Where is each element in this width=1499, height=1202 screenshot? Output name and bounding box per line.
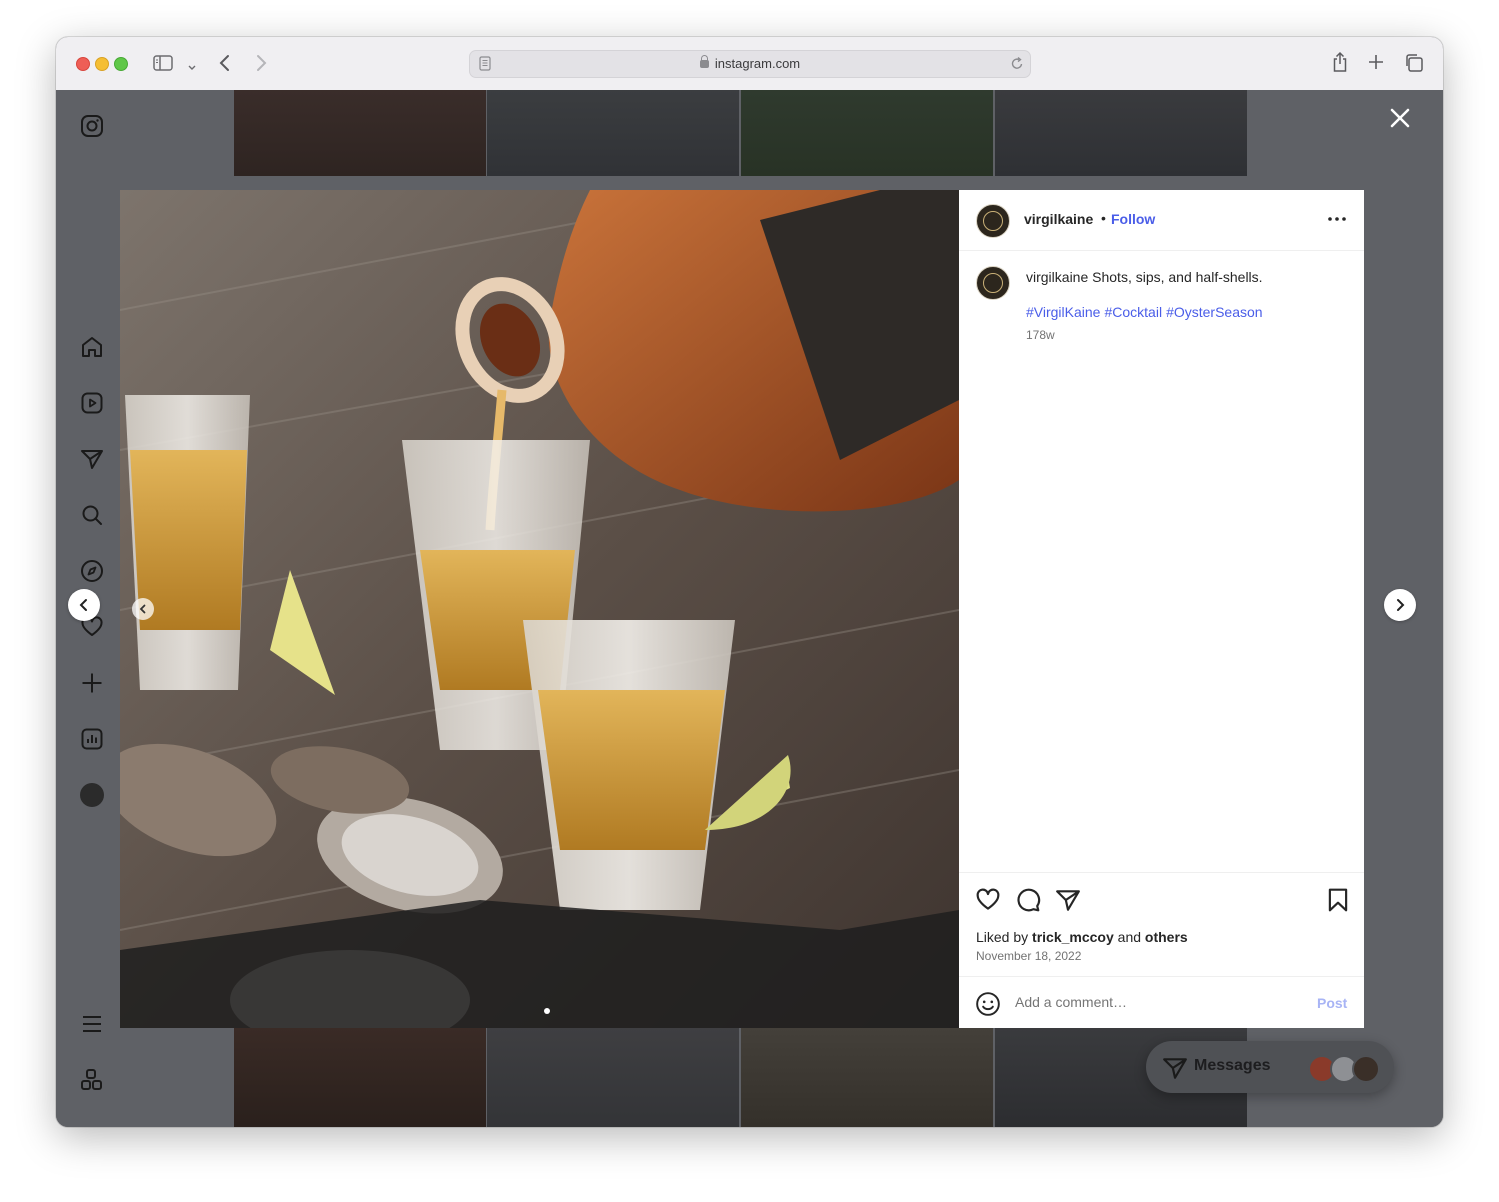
username-link[interactable]: virgilkaine (1024, 211, 1093, 227)
browser-toolbar: instagram.com (56, 37, 1443, 91)
comment-bar: Post (959, 976, 1364, 1029)
minimize-window-button[interactable] (95, 57, 109, 71)
messages-label: Messages (1194, 1057, 1271, 1074)
tab-overview-icon[interactable] (1404, 53, 1424, 78)
grid-tile[interactable] (741, 90, 993, 176)
more-apps-icon[interactable] (78, 1066, 106, 1094)
like-icon[interactable] (975, 887, 1001, 913)
instagram-icon[interactable] (78, 112, 106, 140)
share-icon[interactable] (1331, 51, 1349, 78)
liked-others-link[interactable]: others (1145, 929, 1188, 945)
chevron-down-icon[interactable] (187, 59, 197, 77)
post-image (120, 190, 959, 1028)
more-options-icon[interactable] (1326, 208, 1348, 230)
share-post-icon[interactable] (1055, 887, 1081, 913)
grid-tile[interactable] (995, 90, 1247, 176)
menu-icon[interactable] (78, 1010, 106, 1038)
likes-summary: Liked by trick_mccoy and others (976, 929, 1188, 945)
emoji-icon[interactable] (975, 991, 1001, 1017)
avatar (1352, 1055, 1380, 1083)
post-modal: virgilkaine • Follow virgilkaine Shots, … (120, 190, 1364, 1028)
post-details-panel: virgilkaine • Follow virgilkaine Shots, … (959, 190, 1364, 1028)
hashtags: #VirgilKaine #Cocktail #OysterSeason (1026, 304, 1267, 320)
messages-button[interactable]: Messages (1146, 1041, 1394, 1093)
direct-icon (1162, 1055, 1188, 1081)
url-display: instagram.com (470, 55, 1030, 71)
grid-tile[interactable] (234, 1027, 486, 1127)
lock-icon (699, 55, 709, 68)
comment-icon[interactable] (1015, 887, 1041, 913)
next-post-button[interactable] (1384, 589, 1416, 621)
sidebar-toggle-icon[interactable] (153, 54, 173, 77)
hashtag-link[interactable]: #OysterSeason (1166, 304, 1263, 320)
forward-icon[interactable] (254, 53, 268, 78)
instagram-page: virgilkaine • Follow virgilkaine Shots, … (56, 90, 1443, 1127)
grid-tile[interactable] (487, 90, 739, 176)
avatar[interactable] (976, 204, 1010, 238)
comment-input[interactable] (1015, 994, 1295, 1010)
carousel-previous-button[interactable] (132, 598, 154, 620)
separator: • (1101, 210, 1106, 226)
search-icon[interactable] (78, 501, 106, 529)
post-date[interactable]: November 18, 2022 (976, 949, 1081, 963)
explore-icon[interactable] (78, 557, 106, 585)
chevron-left-icon (79, 599, 87, 611)
grid-tile[interactable] (741, 1027, 993, 1127)
browser-window: instagram.com virgilkaine • Follow virgi… (56, 37, 1443, 1127)
post-comment-button[interactable]: Post (1317, 995, 1347, 1011)
post-age[interactable]: 178w (1026, 328, 1055, 342)
carousel-dot (544, 1008, 550, 1014)
avatar (80, 783, 104, 807)
liked-user-link[interactable]: trick_mccoy (1032, 929, 1114, 945)
liked-and: and (1117, 929, 1142, 945)
previous-post-button[interactable] (68, 589, 100, 621)
create-icon[interactable] (78, 669, 106, 697)
post-photo[interactable] (120, 190, 959, 1028)
url-text: instagram.com (714, 56, 801, 71)
caption-username[interactable]: virgilkaine (1026, 269, 1088, 285)
follow-button[interactable]: Follow (1111, 211, 1155, 227)
caption-avatar[interactable] (976, 266, 1010, 300)
caption-text: Shots, sips, and half-shells. (1092, 269, 1263, 285)
back-icon[interactable] (218, 53, 232, 78)
close-icon[interactable] (1386, 104, 1414, 132)
new-tab-icon[interactable] (1368, 54, 1384, 75)
post-header: virgilkaine • Follow (959, 190, 1364, 251)
save-icon[interactable] (1325, 887, 1351, 913)
caption: virgilkaine Shots, sips, and half-shells… (1026, 268, 1346, 286)
grid-tile[interactable] (487, 1027, 739, 1127)
reels-icon[interactable] (78, 389, 106, 417)
liked-prefix: Liked by (976, 929, 1029, 945)
close-window-button[interactable] (76, 57, 90, 71)
zoom-window-button[interactable] (114, 57, 128, 71)
chevron-right-icon (1397, 599, 1405, 611)
address-bar[interactable]: instagram.com (469, 50, 1031, 78)
insights-icon[interactable] (78, 725, 106, 753)
hashtag-link[interactable]: #Cocktail (1104, 304, 1162, 320)
direct-icon[interactable] (78, 445, 106, 473)
grid-tile[interactable] (234, 90, 486, 176)
hashtag-link[interactable]: #VirgilKaine (1026, 304, 1100, 320)
post-actions: Liked by trick_mccoy and others November… (959, 872, 1364, 977)
profile-avatar[interactable] (78, 781, 106, 809)
chevron-left-icon (139, 604, 146, 614)
home-icon[interactable] (78, 333, 106, 361)
reload-icon[interactable] (1010, 56, 1024, 76)
